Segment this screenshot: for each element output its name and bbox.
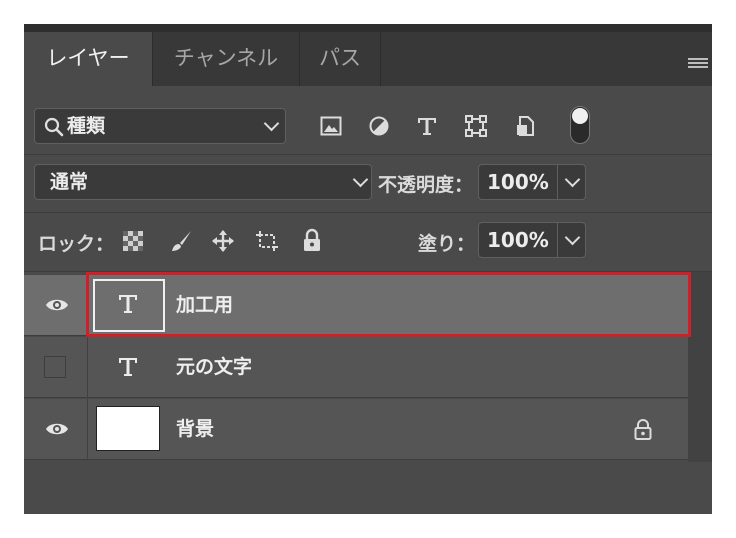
layer-row[interactable]: 背景 bbox=[24, 399, 688, 460]
divider bbox=[24, 154, 712, 155]
filter-kind-label: 種類 bbox=[67, 115, 106, 137]
lock-transparent-icon[interactable] bbox=[122, 230, 144, 252]
panel-menu-icon[interactable] bbox=[688, 58, 708, 72]
chevron-down-icon bbox=[263, 115, 280, 132]
shape-filter-icon[interactable] bbox=[465, 115, 487, 137]
eye-icon[interactable] bbox=[45, 421, 69, 437]
lock-label: ロック： bbox=[38, 233, 115, 255]
text-layer-icon bbox=[119, 358, 137, 376]
chevron-down-icon bbox=[352, 171, 369, 188]
blend-mode-select[interactable]: 通常 bbox=[34, 164, 372, 200]
panel-tab-bar: レイヤー チャンネル パス bbox=[24, 32, 712, 86]
fill-value: 100% bbox=[487, 228, 549, 252]
chevron-down-icon[interactable] bbox=[564, 229, 581, 246]
filter-toggle-switch[interactable] bbox=[570, 106, 590, 144]
lock-position-icon[interactable] bbox=[211, 229, 235, 253]
stepper-divider bbox=[557, 165, 558, 199]
stepper-divider bbox=[557, 223, 558, 257]
lock-paint-icon[interactable] bbox=[169, 229, 193, 253]
search-icon bbox=[44, 117, 64, 137]
fill-label: 塗り： bbox=[418, 233, 476, 255]
opacity-label: 不透明度： bbox=[378, 174, 474, 196]
filter-toggle-icon bbox=[572, 108, 588, 124]
tab-divider bbox=[380, 32, 381, 86]
layer-thumbnail bbox=[96, 406, 160, 451]
type-filter-icon[interactable] bbox=[416, 115, 438, 137]
divider bbox=[24, 212, 712, 213]
chevron-down-icon[interactable] bbox=[564, 171, 581, 188]
tab-channels[interactable]: チャンネル bbox=[153, 32, 299, 86]
lock-artboard-icon[interactable] bbox=[255, 229, 279, 253]
panel-top-bar bbox=[24, 24, 712, 32]
filter-kind-select[interactable]: 種類 bbox=[34, 108, 286, 144]
fill-field[interactable]: 100% bbox=[478, 222, 586, 258]
smart-object-filter-icon[interactable] bbox=[515, 115, 537, 137]
layers-panel: レイヤー チャンネル パス 種類 通常 不透明度： 100% ロック： 塗り： … bbox=[24, 24, 712, 514]
image-filter-icon[interactable] bbox=[320, 115, 342, 137]
visibility-column bbox=[24, 275, 88, 335]
highlight-box bbox=[86, 272, 691, 337]
opacity-value: 100% bbox=[487, 170, 549, 194]
lock-icon[interactable] bbox=[632, 418, 654, 440]
tab-layers[interactable]: レイヤー bbox=[24, 32, 152, 86]
tab-paths[interactable]: パス bbox=[300, 32, 380, 86]
layers-scroll-gutter bbox=[688, 272, 712, 462]
eye-icon[interactable] bbox=[45, 297, 69, 313]
layer-name[interactable]: 元の文字 bbox=[176, 337, 252, 397]
layer-name[interactable]: 背景 bbox=[176, 399, 214, 459]
adjustment-filter-icon[interactable] bbox=[368, 115, 390, 137]
blend-mode-value: 通常 bbox=[50, 171, 89, 193]
layer-row[interactable]: 元の文字 bbox=[24, 337, 688, 398]
visibility-column bbox=[24, 399, 88, 459]
lock-all-icon[interactable] bbox=[300, 228, 324, 252]
visibility-column bbox=[24, 337, 88, 397]
visibility-toggle-empty[interactable] bbox=[44, 356, 66, 378]
opacity-field[interactable]: 100% bbox=[478, 164, 586, 200]
